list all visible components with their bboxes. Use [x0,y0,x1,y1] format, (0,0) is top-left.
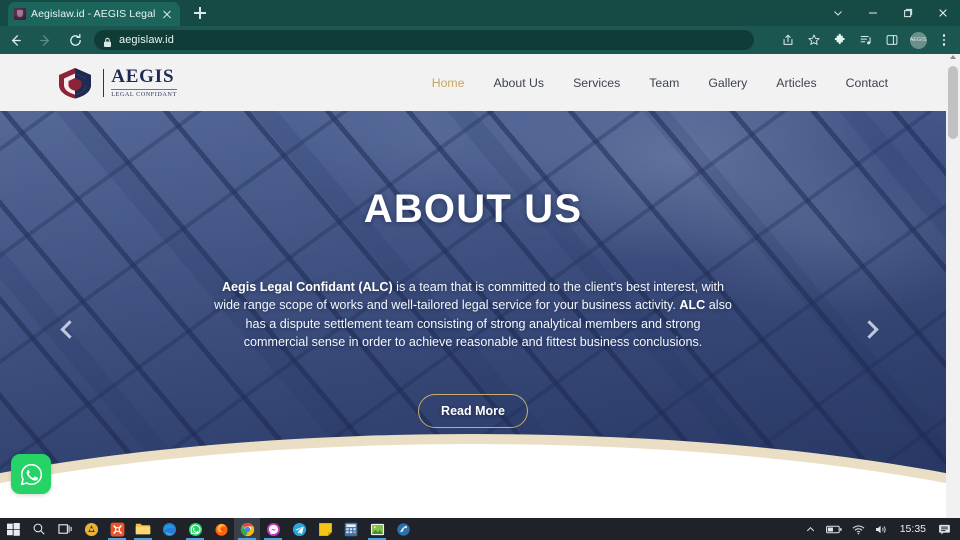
hero-paragraph-bold2: ALC [679,298,706,313]
hero-title: ABOUT US [363,187,583,231]
chrome-icon[interactable] [234,518,260,540]
logo-wordmark: AEGIS LEGAL CONFIDANT [111,67,177,98]
hero-paragraph-lead: Aegis Legal Confidant (ALC) [221,280,393,294]
profile-avatar[interactable]: AEGIS [905,26,931,54]
logo-divider [103,68,105,97]
start-button[interactable] [0,518,26,540]
address-bar-url: aegislaw.id [119,34,174,46]
side-panel-icon[interactable] [879,26,905,54]
hero-paragraph: Aegis Legal Confidant (ALC) is a team th… [213,278,733,352]
nav-item-about-us[interactable]: About Us [494,76,545,90]
app-icon-ant[interactable] [78,518,104,540]
restore-icon[interactable] [890,0,925,26]
reload-icon[interactable] [60,26,90,54]
search-icon[interactable] [26,518,52,540]
page-viewport: AEGIS LEGAL CONFIDANT Home About Us Serv… [0,54,960,518]
whatsapp-icon[interactable] [182,518,208,540]
screen: Aegislaw.id - AEGIS Legal Confid... [0,0,960,540]
volume-icon[interactable] [870,518,893,540]
whatsapp-icon [20,463,42,485]
hero-carousel: ABOUT US Aegis Legal Confidant (ALC) is … [0,111,946,518]
back-arrow-icon[interactable] [0,26,30,54]
site-logo[interactable]: AEGIS LEGAL CONFIDANT [55,66,177,100]
notes-icon[interactable] [312,518,338,540]
task-view-icon[interactable] [52,518,78,540]
new-tab-button[interactable] [190,3,210,23]
edge-icon[interactable] [156,518,182,540]
photos-icon[interactable] [364,518,390,540]
logo-name: AEGIS [111,66,175,88]
system-tray: 15:35 [800,518,960,540]
minimize-icon[interactable] [855,0,890,26]
toolbar-actions: AEGIS [775,26,960,54]
taskbar-clock[interactable]: 15:35 [893,523,933,535]
avatar: AEGIS [909,31,927,49]
tab-search-chevron-down-icon[interactable] [820,0,855,26]
lock-icon [103,35,112,47]
window-controls [820,0,960,26]
nav-item-contact[interactable]: Contact [846,76,888,90]
battery-icon[interactable] [821,518,847,540]
carousel-prev-chevron-left-icon[interactable] [52,311,82,347]
site-navigation: Home About Us Services Team Gallery Arti… [432,76,888,90]
messenger-icon[interactable] [260,518,286,540]
browser-toolbar: aegislaw.id AEGIS [0,26,960,54]
reading-list-icon[interactable] [853,26,879,54]
browser-tab-strip: Aegislaw.id - AEGIS Legal Confid... [0,0,960,26]
telegram-icon[interactable] [286,518,312,540]
browser-tab[interactable]: Aegislaw.id - AEGIS Legal Confid... [8,2,180,26]
share-icon[interactable] [775,26,801,54]
file-explorer-icon[interactable] [130,518,156,540]
site-favicon [14,8,26,20]
firefox-icon[interactable] [208,518,234,540]
logo-tagline: LEGAL CONFIDANT [111,88,177,98]
app-icon-blue-swirl[interactable] [390,518,416,540]
chrome-menu-icon[interactable] [931,26,957,54]
whatsapp-float-button[interactable] [11,454,51,494]
nav-item-home[interactable]: Home [432,76,465,90]
nav-item-services[interactable]: Services [573,76,620,90]
page-scrollbar[interactable] [946,54,960,518]
wifi-icon[interactable] [847,518,870,540]
read-more-button[interactable]: Read More [418,393,528,428]
nav-item-articles[interactable]: Articles [776,76,816,90]
windows-taskbar: 15:35 [0,518,960,540]
tab-title: Aegislaw.id - AEGIS Legal Confid... [31,8,155,20]
aegis-shield-icon [55,66,96,100]
extensions-puzzle-icon[interactable] [827,26,853,54]
chevron-up-icon[interactable] [800,518,821,540]
close-icon[interactable] [160,7,174,21]
bookmark-star-icon[interactable] [801,26,827,54]
carousel-next-chevron-right-icon[interactable] [856,311,886,347]
site-header: AEGIS LEGAL CONFIDANT Home About Us Serv… [0,54,946,111]
nav-item-gallery[interactable]: Gallery [708,76,747,90]
scrollbar-thumb[interactable] [948,66,958,139]
scrollbar-up-arrow-icon[interactable] [949,55,956,59]
close-window-icon[interactable] [925,0,960,26]
address-bar[interactable]: aegislaw.id [94,30,754,50]
forward-arrow-icon[interactable] [30,26,60,54]
calculator-icon[interactable] [338,518,364,540]
nav-item-team[interactable]: Team [649,76,679,90]
notification-icon[interactable] [933,518,956,540]
app-icon-orange-box[interactable] [104,518,130,540]
